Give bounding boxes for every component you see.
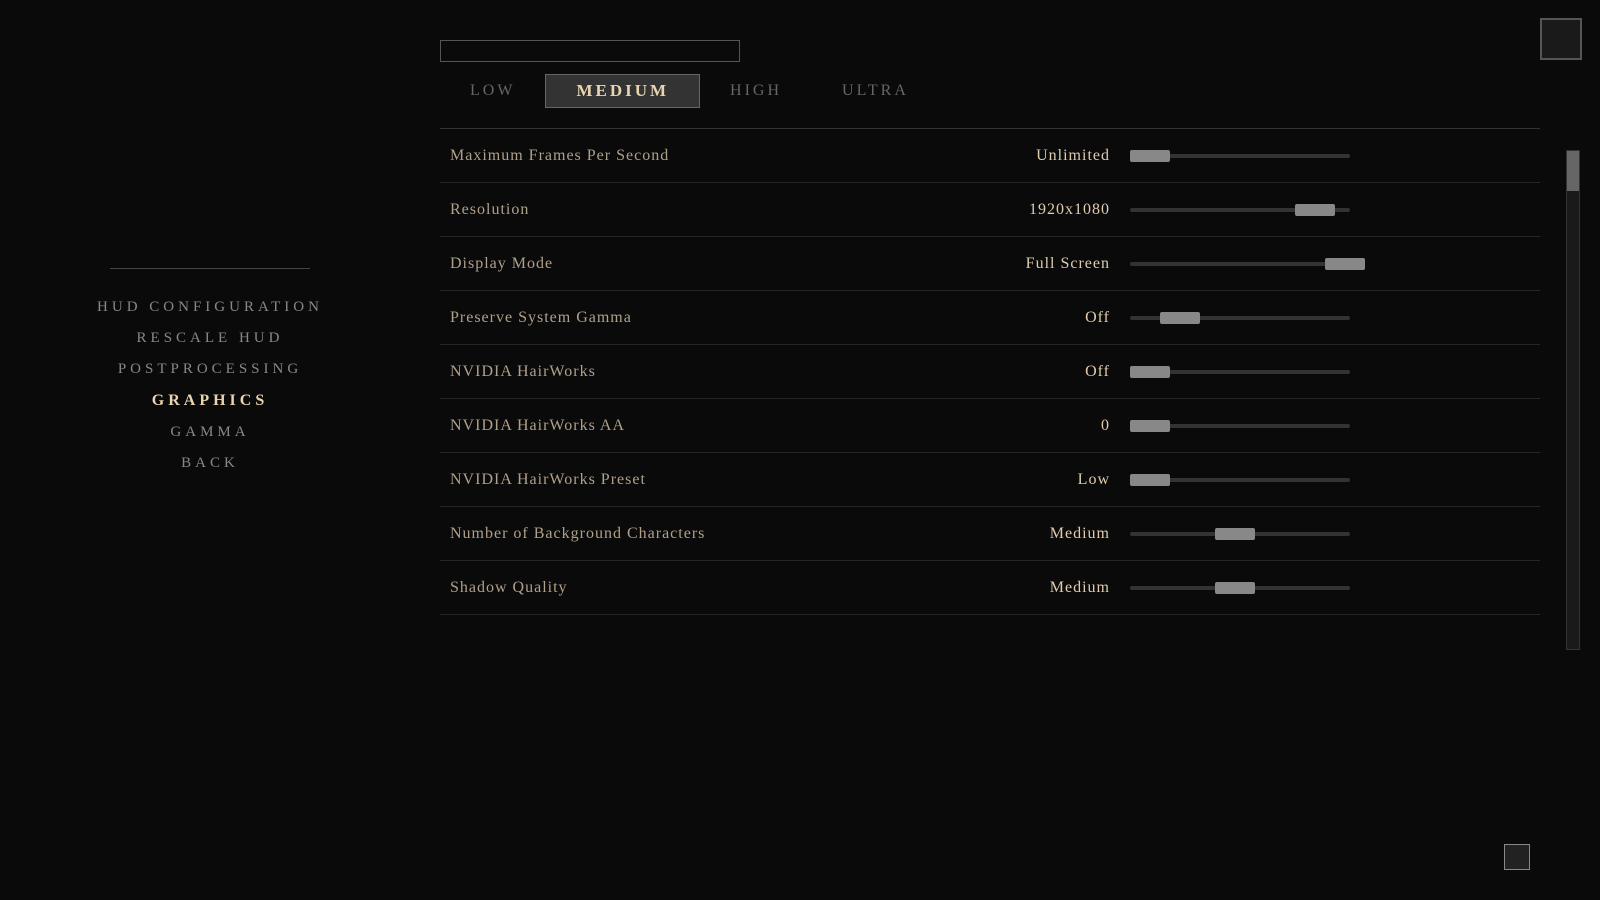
setting-name-3: Preserve System Gamma (440, 309, 980, 327)
slider-thumb-7[interactable] (1215, 528, 1255, 540)
slider-track-0[interactable] (1130, 154, 1350, 158)
setting-value-3: Off (980, 309, 1110, 327)
setting-name-7: Number of Background Characters (440, 525, 980, 543)
setting-value-8: Medium (980, 579, 1110, 597)
slider-track-1[interactable] (1130, 208, 1350, 212)
slider-track-7[interactable] (1130, 532, 1350, 536)
preset-option-low[interactable]: LOW (440, 76, 545, 106)
game-logo (30, 30, 390, 250)
setting-row-4: NVIDIA HairWorksOff (440, 345, 1540, 399)
slider-thumb-6[interactable] (1130, 474, 1170, 486)
slider-track-6[interactable] (1130, 478, 1350, 482)
slider-thumb-4[interactable] (1130, 366, 1170, 378)
preset-selector: LOWMEDIUMHIGHULTRA (440, 74, 1540, 108)
slider-thumb-5[interactable] (1130, 420, 1170, 432)
slider-track-5[interactable] (1130, 424, 1350, 428)
slider-track-2[interactable] (1130, 262, 1350, 266)
setting-name-2: Display Mode (440, 255, 980, 273)
slider-thumb-3[interactable] (1160, 312, 1200, 324)
setting-name-5: NVIDIA HairWorks AA (440, 417, 980, 435)
setting-row-6: NVIDIA HairWorks PresetLow (440, 453, 1540, 507)
slider-container-2[interactable] (1110, 262, 1540, 266)
slider-thumb-2[interactable] (1325, 258, 1365, 270)
slider-container-6[interactable] (1110, 478, 1540, 482)
slider-thumb-1[interactable] (1295, 204, 1335, 216)
preset-option-high[interactable]: HIGH (700, 76, 812, 106)
apply-area[interactable] (1504, 844, 1540, 870)
setting-row-8: Shadow QualityMedium (440, 561, 1540, 615)
setting-name-1: Resolution (440, 201, 980, 219)
setting-value-0: Unlimited (980, 147, 1110, 165)
slider-track-3[interactable] (1130, 316, 1350, 320)
setting-value-2: Full Screen (980, 255, 1110, 273)
setting-value-5: 0 (980, 417, 1110, 435)
preset-label (440, 40, 740, 62)
settings-list: Maximum Frames Per SecondUnlimitedResolu… (440, 128, 1540, 615)
setting-row-0: Maximum Frames Per SecondUnlimited (440, 129, 1540, 183)
slider-track-8[interactable] (1130, 586, 1350, 590)
nav-item-postprocessing[interactable]: POSTPROCESSING (118, 361, 302, 378)
scrollbar-thumb[interactable] (1567, 151, 1579, 191)
slider-container-5[interactable] (1110, 424, 1540, 428)
slider-container-8[interactable] (1110, 586, 1540, 590)
preset-header: LOWMEDIUMHIGHULTRA (440, 40, 1540, 108)
setting-value-1: 1920x1080 (980, 201, 1110, 219)
setting-name-4: NVIDIA HairWorks (440, 363, 980, 381)
setting-value-7: Medium (980, 525, 1110, 543)
setting-row-2: Display ModeFull Screen (440, 237, 1540, 291)
slider-thumb-0[interactable] (1130, 150, 1170, 162)
main-content: LOWMEDIUMHIGHULTRA Maximum Frames Per Se… (420, 0, 1600, 900)
apply-key (1504, 844, 1530, 870)
slider-track-4[interactable] (1130, 370, 1350, 374)
setting-value-6: Low (980, 471, 1110, 489)
setting-row-5: NVIDIA HairWorks AA0 (440, 399, 1540, 453)
nav-item-back[interactable]: BACK (181, 455, 239, 472)
setting-row-3: Preserve System GammaOff (440, 291, 1540, 345)
setting-name-0: Maximum Frames Per Second (440, 147, 980, 165)
section-label (110, 260, 310, 269)
setting-row-7: Number of Background CharactersMedium (440, 507, 1540, 561)
setting-name-8: Shadow Quality (440, 579, 980, 597)
nav-item-gamma[interactable]: GAMMA (170, 424, 249, 441)
preset-option-medium[interactable]: MEDIUM (545, 74, 700, 108)
slider-container-0[interactable] (1110, 154, 1540, 158)
slider-container-1[interactable] (1110, 208, 1540, 212)
setting-value-4: Off (980, 363, 1110, 381)
slider-container-3[interactable] (1110, 316, 1540, 320)
nav-item-graphics[interactable]: GRAPHICS (152, 392, 268, 410)
setting-name-6: NVIDIA HairWorks Preset (440, 471, 980, 489)
preset-option-ultra[interactable]: ULTRA (812, 76, 939, 106)
slider-container-7[interactable] (1110, 532, 1540, 536)
nav-item-hud-configuration[interactable]: HUD CONFIGURATION (97, 299, 323, 316)
sidebar: HUD CONFIGURATION RESCALE HUD POSTPROCESSI… (0, 0, 420, 900)
nav-menu: HUD CONFIGURATION RESCALE HUD POSTPROCESSI… (0, 299, 420, 472)
scrollbar[interactable] (1566, 150, 1580, 650)
slider-thumb-8[interactable] (1215, 582, 1255, 594)
setting-row-1: Resolution1920x1080 (440, 183, 1540, 237)
slider-container-4[interactable] (1110, 370, 1540, 374)
close-button[interactable] (1540, 18, 1582, 60)
nav-item-rescale-hud[interactable]: RESCALE HUD (137, 330, 284, 347)
